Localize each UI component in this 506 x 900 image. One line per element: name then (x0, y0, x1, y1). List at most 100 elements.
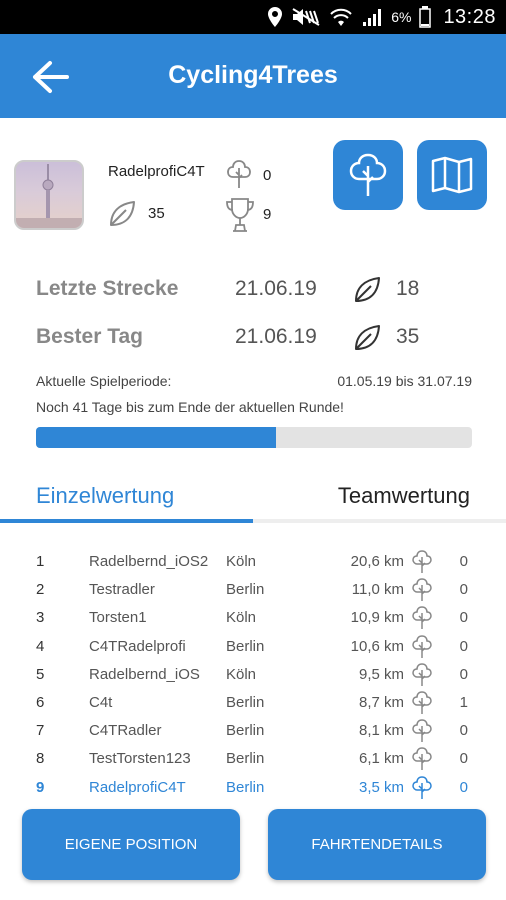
tab-team-ranking[interactable]: Teamwertung (338, 483, 470, 509)
trees-cell: 0 (459, 581, 468, 599)
table-row[interactable]: 8 TestTorsten123 Berlin 6,1 km 0 (0, 745, 506, 773)
trees-cell: 0 (459, 750, 468, 768)
city-cell: Köln (226, 609, 257, 627)
table-row[interactable]: 5 Radelbernd_iOS Köln 9,5 km 0 (0, 661, 506, 689)
city-cell: Berlin (226, 750, 265, 768)
distance-cell: 8,7 km (358, 693, 404, 711)
city-cell: Berlin (226, 722, 265, 740)
remaining-days-text: Noch 41 Tage bis zum Ende der aktuellen … (36, 399, 344, 415)
trees-cell: 0 (459, 553, 468, 570)
distance-cell: 3,5 km (358, 778, 404, 796)
trophy-count: 9 (263, 206, 272, 223)
tree-icon (410, 605, 434, 631)
tree-icon (410, 746, 434, 772)
city-cell: Köln (226, 665, 257, 683)
rank-cell: 1 (36, 553, 45, 570)
distance-cell: 10,6 km (350, 637, 404, 655)
map-icon (431, 156, 473, 194)
username: RadelprofiC4T (108, 163, 205, 180)
name-cell: Radelbernd_iOS2 (89, 553, 209, 570)
last-route-date: 21.06.19 (235, 277, 317, 300)
best-day-value: 35 (396, 325, 420, 348)
battery-percent: 6% (391, 9, 412, 25)
map-button[interactable] (417, 140, 487, 210)
name-cell: C4TRadler (89, 722, 162, 740)
leaf-count: 35 (148, 205, 165, 222)
city-cell: Berlin (226, 581, 265, 599)
game-period: Aktuelle Spielperiode: 01.05.19 bis 31.0… (36, 373, 472, 389)
distance-cell: 8,1 km (358, 722, 404, 740)
distance-cell: 20,6 km (350, 553, 404, 570)
rank-cell: 6 (36, 693, 45, 711)
distance-cell: 10,9 km (350, 609, 404, 627)
leaf-icon (110, 201, 135, 226)
trophy-icon (226, 198, 254, 232)
rank-cell: 5 (36, 665, 45, 683)
tree-icon (349, 153, 387, 196)
last-route-row: Letzte Strecke 21.06.19 18 (36, 275, 476, 305)
name-cell: Testradler (89, 581, 155, 599)
leaf-icon (355, 325, 380, 350)
trees-cell: 0 (459, 665, 468, 683)
city-cell: Köln (226, 553, 257, 570)
table-row[interactable]: 4 C4TRadelprofi Berlin 10,6 km 0 (0, 633, 506, 661)
plant-tree-button[interactable] (333, 140, 403, 210)
best-day-date: 21.06.19 (235, 325, 317, 348)
table-row[interactable]: 1 Radelbernd_iOS2 Köln 20,6 km 0 (0, 548, 506, 576)
app-title: Cycling4Trees (168, 61, 338, 89)
period-range: 01.05.19 bis 31.07.19 (337, 373, 472, 389)
table-row-current-user[interactable]: 9 RadelprofiC4T Berlin 3,5 km 0 (0, 774, 506, 802)
tree-icon (410, 549, 434, 575)
trees-cell: 0 (459, 722, 468, 740)
city-cell: Berlin (226, 637, 265, 655)
signal-icon (363, 9, 382, 26)
distance-cell: 9,5 km (358, 665, 404, 683)
table-row[interactable]: 7 C4TRadler Berlin 8,1 km 0 (0, 717, 506, 745)
trees-cell: 1 (459, 693, 468, 711)
period-progress-bar (36, 427, 472, 448)
rank-cell: 4 (36, 637, 45, 655)
app-bar: Cycling4Trees (0, 34, 506, 118)
table-row[interactable]: 3 Torsten1 Köln 10,9 km 0 (0, 604, 506, 632)
rank-cell: 7 (36, 722, 45, 740)
ranking-list[interactable]: 1 Radelbernd_iOS2 Köln 20,6 km 0 2 Testradler B… (0, 548, 506, 802)
name-cell: C4t (89, 693, 113, 711)
rank-cell: 3 (36, 609, 45, 627)
own-position-button[interactable]: EIGENE POSITION (22, 809, 240, 880)
tree-icon (410, 690, 434, 716)
avatar[interactable] (14, 160, 84, 230)
best-day-label: Bester Tag (36, 325, 143, 348)
distance-cell: 11,0 km (351, 581, 404, 599)
rank-cell: 9 (36, 778, 45, 796)
table-row[interactable]: 2 Testradler Berlin 11,0 km 0 (0, 576, 506, 604)
active-tab-indicator (0, 519, 253, 523)
leaf-icon (355, 277, 380, 302)
tab-single-ranking[interactable]: Einzelwertung (36, 483, 174, 509)
tree-icon (227, 160, 251, 188)
trees-cell: 0 (459, 778, 468, 796)
city-cell: Berlin (226, 693, 265, 711)
ride-details-button[interactable]: FAHRTENDETAILS (268, 809, 486, 880)
name-cell: Torsten1 (89, 609, 147, 627)
name-cell: RadelprofiC4T (89, 778, 186, 796)
tree-icon (410, 662, 434, 688)
trees-cell: 0 (459, 609, 468, 627)
distance-cell: 6,1 km (358, 750, 404, 768)
table-row[interactable]: 6 C4t Berlin 8,7 km 1 (0, 689, 506, 717)
status-bar: 6% 13:28 (0, 0, 506, 34)
last-route-label: Letzte Strecke (36, 277, 179, 300)
tv-tower-icon (16, 164, 82, 228)
location-icon (268, 7, 283, 27)
clock: 13:28 (443, 5, 496, 28)
tree-icon (410, 634, 434, 660)
name-cell: Radelbernd_iOS (89, 665, 200, 683)
mute-icon (292, 8, 320, 26)
rank-cell: 8 (36, 750, 45, 768)
best-day-row: Bester Tag 21.06.19 35 (36, 323, 476, 353)
tree-icon (410, 577, 434, 603)
last-route-value: 18 (396, 277, 420, 300)
name-cell: TestTorsten123 (89, 750, 191, 768)
status-icons: 6% 13:28 (267, 6, 496, 28)
tree-icon (410, 775, 434, 801)
rank-cell: 2 (36, 581, 45, 599)
